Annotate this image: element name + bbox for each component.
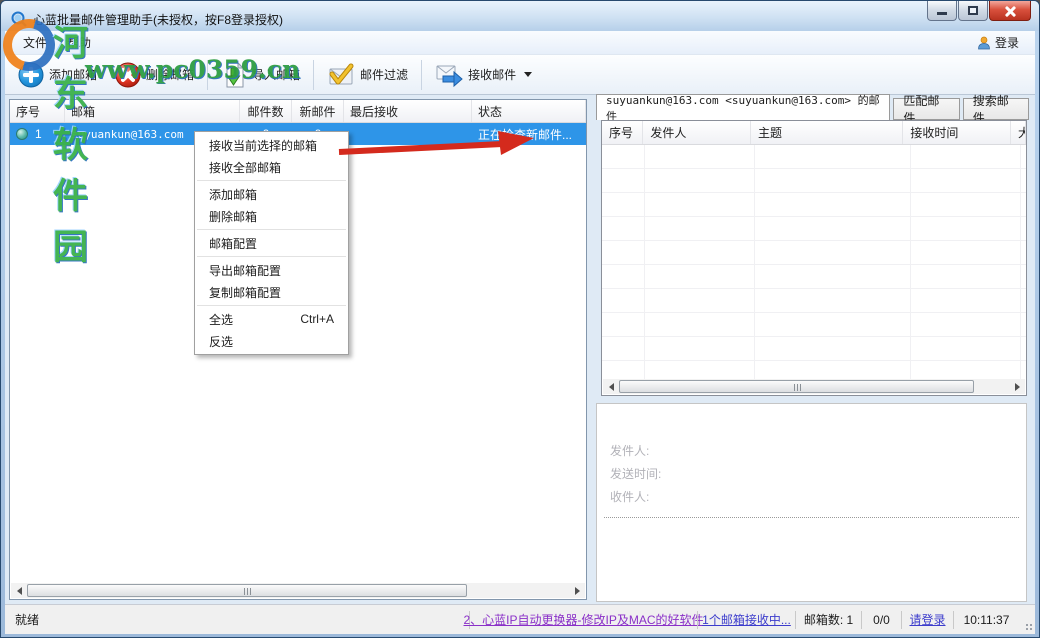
mail-column-no[interactable]: 序号: [602, 121, 644, 144]
menu-separator: [197, 256, 346, 257]
menu-item-invert-selection[interactable]: 反选: [195, 330, 348, 352]
tab-search-mail[interactable]: 搜索邮件: [962, 94, 1029, 125]
scroll-right-arrow[interactable]: [569, 583, 585, 598]
column-header-mailcount[interactable]: 邮件数: [240, 100, 292, 122]
status-receiving-link[interactable]: 1个邮箱接收中...: [702, 611, 791, 628]
close-icon: [1004, 5, 1016, 17]
app-icon: [11, 11, 27, 27]
toolbar-separator: [421, 59, 423, 90]
status-time: 10:11:37: [953, 610, 1019, 629]
title-bar[interactable]: 心蓝批量邮件管理助手(未授权，按F8登录授权): [1, 1, 1039, 31]
add-mailbox-icon: [18, 62, 44, 87]
status-ad-link[interactable]: 2、心蓝IP自动更换器-修改IP及MAC的好软件: [464, 611, 704, 628]
column-header-lastreceived[interactable]: 最后接收: [344, 100, 472, 122]
menu-item-select-all[interactable]: 全选 Ctrl+A: [195, 308, 348, 330]
receive-mail-icon: [436, 65, 463, 87]
shortcut-label: Ctrl+A: [300, 312, 334, 326]
mail-column-subject[interactable]: 主题: [751, 121, 904, 144]
delete-mailbox-button[interactable]: 删除邮箱: [106, 58, 203, 92]
receive-mail-label: 接收邮件: [468, 68, 517, 82]
status-bar: 就绪 2、心蓝IP自动更换器-修改IP及MAC的好软件 1个邮箱接收中... 邮…: [5, 604, 1035, 634]
menu-item-delete-mailbox[interactable]: 删除邮箱: [195, 205, 348, 227]
status-ready: 就绪: [15, 613, 40, 627]
mail-filter-label: 邮件过滤: [360, 68, 409, 82]
app-window: 心蓝批量邮件管理助手(未授权，按F8登录授权) 文件 帮助 登录 添加邮箱 删除…: [0, 0, 1040, 638]
mailbox-list-header: 序号 邮箱 邮件数 新邮件 最后接收 状态: [10, 100, 586, 123]
mail-detail-panel: 发件人: 发送时间: 收件人:: [596, 403, 1027, 602]
tab-current-mailbox[interactable]: suyuankun@163.com <suyuankun@163.com> 的邮…: [596, 94, 891, 123]
scroll-right-arrow[interactable]: [1009, 379, 1025, 394]
mail-list-header: 序号 发件人 主题 接收时间 大小: [602, 121, 1026, 145]
receive-mail-button[interactable]: 接收邮件: [426, 58, 541, 92]
detail-separator: [604, 517, 1019, 518]
status-login-link[interactable]: 请登录: [910, 611, 946, 628]
dropdown-caret-icon[interactable]: [524, 72, 533, 77]
maximize-icon: [968, 6, 978, 15]
menu-item-receive-all[interactable]: 接收全部邮箱: [195, 156, 348, 178]
column-header-status[interactable]: 状态: [472, 100, 586, 122]
add-mailbox-label: 添加邮箱: [49, 68, 98, 82]
import-mailbox-icon: [226, 61, 245, 87]
scrollbar-thumb[interactable]: [27, 584, 467, 597]
menu-file[interactable]: 文件: [13, 31, 57, 54]
add-mailbox-button[interactable]: 添加邮箱: [9, 58, 106, 92]
menu-separator: [197, 305, 346, 306]
mail-panel: suyuankun@163.com <suyuankun@163.com> 的邮…: [596, 94, 1029, 602]
menu-separator: [197, 180, 346, 181]
client-area: 文件 帮助 登录 添加邮箱 删除邮箱 导入邮箱 邮件过滤 接收邮件 序号 邮箱 …: [5, 31, 1035, 634]
mail-column-size[interactable]: 大小: [1011, 121, 1026, 144]
maximize-button[interactable]: [958, 1, 988, 21]
delete-mailbox-label: 删除邮箱: [146, 68, 195, 82]
menu-item-receive-selected[interactable]: 接收当前选择的邮箱: [195, 134, 348, 156]
mail-list: 序号 发件人 主题 接收时间 大小: [601, 120, 1027, 396]
menu-item-add-mailbox[interactable]: 添加邮箱: [195, 183, 348, 205]
detail-recipient-label: 收件人:: [610, 490, 650, 504]
toolbar-separator: [207, 59, 209, 90]
mailbox-row-no: 1: [35, 127, 42, 141]
detail-sendtime-label: 发送时间:: [610, 467, 662, 481]
minimize-icon: [937, 12, 947, 15]
resize-grip[interactable]: [1019, 611, 1035, 629]
menu-separator: [197, 229, 346, 230]
tab-matched-mail[interactable]: 匹配邮件: [893, 94, 960, 125]
menu-bar: 文件 帮助 登录: [5, 31, 1035, 55]
toolbar-separator: [313, 59, 315, 90]
menu-help[interactable]: 帮助: [57, 31, 101, 54]
delete-mailbox-icon: [115, 62, 141, 87]
mail-list-body[interactable]: [602, 145, 1026, 379]
detail-sender-label: 发件人:: [610, 444, 650, 458]
main-area: 序号 邮箱 邮件数 新邮件 最后接收 状态 1 suyuankun@163.co…: [5, 94, 1035, 604]
mail-tabs: suyuankun@163.com <suyuankun@163.com> 的邮…: [596, 94, 1029, 125]
window-title: 心蓝批量邮件管理助手(未授权，按F8登录授权): [33, 12, 283, 27]
person-icon: [978, 36, 990, 49]
mailbox-row-status: 正在检查新邮件...: [478, 127, 573, 142]
login-label: 登录: [994, 36, 1019, 50]
menu-item-export-config[interactable]: 导出邮箱配置: [195, 259, 348, 281]
column-header-newmail[interactable]: 新邮件: [292, 100, 344, 122]
scroll-left-arrow[interactable]: [603, 379, 619, 394]
menu-item-copy-config[interactable]: 复制邮箱配置: [195, 281, 348, 303]
toolbar: 添加邮箱 删除邮箱 导入邮箱 邮件过滤 接收邮件: [5, 55, 1035, 95]
import-mailbox-label: 导入邮箱: [252, 68, 301, 82]
status-ratio: 0/0: [861, 610, 901, 629]
status-mailbox-count: 邮箱数: 1: [795, 610, 861, 629]
menu-item-mailbox-config[interactable]: 邮箱配置: [195, 232, 348, 254]
mailbox-sphere-icon: [16, 128, 28, 140]
mail-list-hscrollbar[interactable]: [603, 379, 1025, 394]
import-mailbox-button[interactable]: 导入邮箱: [212, 58, 309, 92]
mail-filter-icon: [329, 63, 354, 84]
close-button[interactable]: [989, 1, 1031, 21]
column-header-email[interactable]: 邮箱: [65, 100, 240, 122]
column-header-no[interactable]: 序号: [10, 100, 65, 122]
scrollbar-thumb[interactable]: [619, 380, 974, 393]
mail-column-sender[interactable]: 发件人: [643, 121, 751, 144]
mailbox-row-lastreceived: [344, 123, 472, 145]
context-menu: 接收当前选择的邮箱 接收全部邮箱 添加邮箱 删除邮箱 邮箱配置 导出邮箱配置 复…: [194, 131, 349, 355]
login-button[interactable]: 登录: [969, 32, 1027, 53]
minimize-button[interactable]: [927, 1, 957, 21]
mail-filter-button[interactable]: 邮件过滤: [318, 58, 417, 92]
scroll-left-arrow[interactable]: [11, 583, 27, 598]
mailbox-list-hscrollbar[interactable]: [11, 583, 585, 598]
mail-column-receivetime[interactable]: 接收时间: [903, 121, 1011, 144]
